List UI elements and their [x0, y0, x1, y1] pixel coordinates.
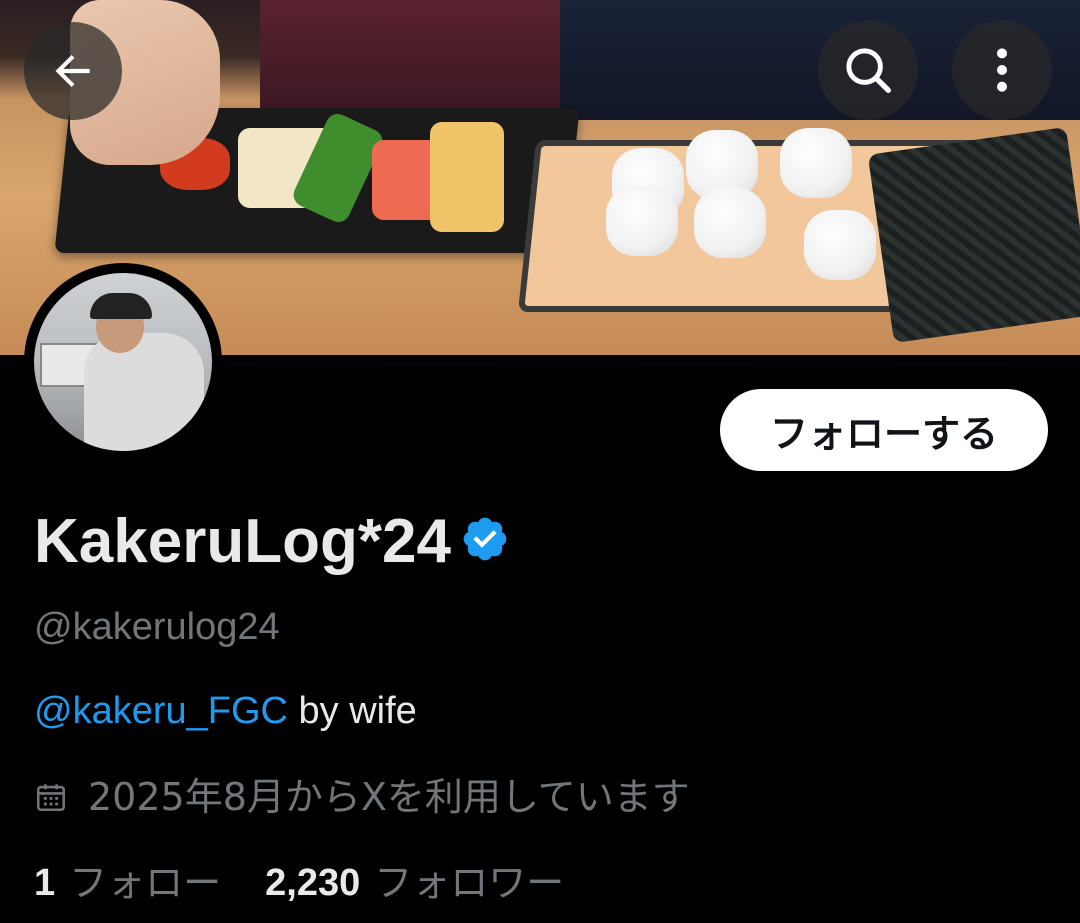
calendar-icon [36, 784, 66, 812]
banner-rice [606, 186, 678, 256]
bio-mention-link[interactable]: @kakeru_FGC [34, 690, 288, 732]
avatar-person [84, 333, 204, 451]
more-options-button[interactable] [952, 20, 1052, 120]
arrow-left-icon [55, 54, 90, 88]
profile-bio: @kakeru_FGC by wife [34, 686, 417, 736]
display-name: KakeruLog*24 [34, 507, 451, 576]
banner-nori [867, 127, 1080, 343]
banner-food-tamago [430, 122, 504, 232]
joined-date: 2025年8月からXを利用しています [34, 772, 690, 822]
verified-badge-icon [463, 517, 507, 561]
bio-text: by wife [287, 690, 417, 732]
following-link[interactable]: 1 フォロー [34, 858, 221, 908]
avatar-image [34, 273, 212, 451]
follow-stats: 1 フォロー 2,230 フォロワー [34, 858, 564, 908]
followers-link[interactable]: 2,230 フォロワー [265, 858, 564, 908]
following-count: 1 [34, 862, 56, 904]
back-button[interactable] [24, 22, 122, 120]
banner-rice [694, 188, 766, 258]
banner-rice [804, 210, 876, 280]
banner-rice [780, 128, 852, 198]
profile-avatar[interactable] [24, 263, 222, 461]
follow-button[interactable]: フォローする [720, 389, 1048, 471]
more-vertical-icon [997, 48, 1007, 92]
joined-text: 2025年8月からXを利用しています [88, 775, 690, 819]
profile-handle: @kakerulog24 [34, 606, 280, 648]
search-icon [846, 48, 891, 93]
followers-count: 2,230 [265, 862, 361, 904]
avatar-cap [90, 293, 152, 319]
search-button[interactable] [818, 20, 918, 120]
followers-label: フォロワー [374, 861, 565, 905]
following-label: フォロー [69, 861, 222, 905]
